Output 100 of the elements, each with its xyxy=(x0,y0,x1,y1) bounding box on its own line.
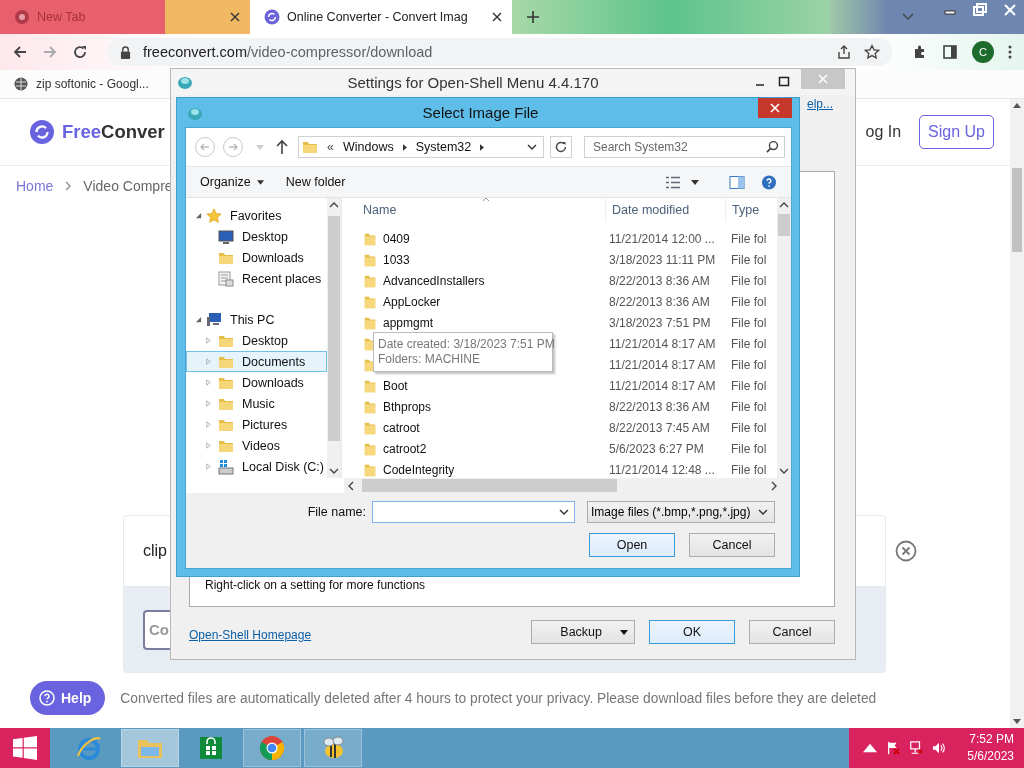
scroll-down-icon[interactable] xyxy=(779,468,789,474)
tree-item[interactable]: Favorites xyxy=(186,205,327,226)
file-name[interactable]: Bthprops xyxy=(383,399,432,414)
close-icon xyxy=(818,74,828,84)
path-segment[interactable]: Windows xyxy=(342,140,394,154)
scroll-down-icon[interactable] xyxy=(329,468,339,474)
open-button[interactable]: Open xyxy=(589,533,675,557)
path-bar[interactable]: « Windows System32 xyxy=(298,136,544,158)
file-name[interactable]: appmgmt xyxy=(383,315,434,330)
close-icon[interactable] xyxy=(492,12,502,22)
refresh-icon[interactable] xyxy=(550,136,572,158)
share-icon[interactable] xyxy=(836,44,852,60)
help-button[interactable]: Help xyxy=(30,681,106,715)
column-header[interactable]: Date modified xyxy=(605,198,725,222)
scroll-up-icon[interactable] xyxy=(779,202,789,208)
expand-arrow-icon[interactable] xyxy=(195,316,202,323)
backup-button[interactable]: Backup xyxy=(531,620,635,644)
reload-icon[interactable] xyxy=(72,44,88,60)
breadcrumb-link[interactable]: Home xyxy=(16,178,54,194)
preview-pane-icon[interactable] xyxy=(729,174,745,190)
file-name[interactable]: CodeIntegrity xyxy=(383,462,455,477)
tree-item[interactable]: Local Disk (C:) xyxy=(186,456,327,477)
star-icon[interactable] xyxy=(864,44,880,60)
tree-item[interactable]: Videos xyxy=(186,435,327,456)
tree-item[interactable]: Pictures xyxy=(186,414,327,435)
tree-item[interactable]: Music xyxy=(186,393,327,414)
window-title: Settings for Open-Shell Menu 4.4.170 xyxy=(346,73,600,91)
column-header[interactable]: Type xyxy=(725,198,760,222)
scroll-up-icon[interactable] xyxy=(329,202,339,208)
view-list-icon[interactable] xyxy=(665,174,681,190)
organize-menu[interactable]: Organize xyxy=(194,172,270,192)
overflow-chevron[interactable]: « xyxy=(327,140,334,154)
cancel-button[interactable]: Cancel xyxy=(749,620,835,644)
remove-icon[interactable] xyxy=(895,540,917,562)
scroll-down-icon[interactable] xyxy=(1013,719,1021,724)
cancel-button[interactable]: Cancel xyxy=(689,533,775,557)
file-name[interactable]: 0409 xyxy=(383,231,410,246)
path-segment[interactable]: System32 xyxy=(415,140,472,154)
tree-item[interactable]: This PC xyxy=(186,309,327,330)
date-modified: 3/18/2023 11:11 PM xyxy=(608,252,717,267)
new-tab-icon[interactable] xyxy=(526,10,540,24)
close-button[interactable] xyxy=(758,98,792,118)
column-header[interactable]: Name xyxy=(345,203,605,217)
drive-icon xyxy=(218,458,234,475)
search-field[interactable]: Search System32 xyxy=(584,136,785,158)
dropdown-icon[interactable] xyxy=(559,509,569,515)
search-icon[interactable] xyxy=(766,140,779,153)
new-folder-button[interactable]: New folder xyxy=(279,172,352,192)
dropdown-icon[interactable] xyxy=(691,179,699,185)
login-link[interactable]: og In xyxy=(865,123,902,141)
bee-icon[interactable] xyxy=(304,729,362,767)
tree-item[interactable]: Desktop xyxy=(186,330,327,351)
up-arrow-icon[interactable] xyxy=(276,139,288,155)
file-name[interactable]: AppLocker xyxy=(383,294,441,309)
file-name[interactable]: 1033 xyxy=(383,252,410,267)
file-name-field[interactable] xyxy=(372,501,575,523)
ok-button[interactable]: OK xyxy=(649,620,735,644)
volume-icon[interactable] xyxy=(932,741,947,755)
start-button[interactable] xyxy=(0,728,50,768)
menu-icon[interactable] xyxy=(1008,44,1012,60)
profile-avatar[interactable]: C xyxy=(972,41,994,63)
file-name[interactable]: AdvancedInstallers xyxy=(383,273,485,288)
date-modified: 8/22/2013 8:36 AM xyxy=(608,399,711,414)
homepage-link[interactable]: Open-Shell Homepage xyxy=(189,628,312,642)
expand-arrow-icon[interactable] xyxy=(195,212,202,219)
tree-item[interactable]: Downloads xyxy=(186,247,327,268)
tree-item[interactable]: Documents xyxy=(186,351,327,372)
chevron-right-icon[interactable] xyxy=(480,143,485,151)
date-modified: 11/21/2014 8:17 AM xyxy=(608,378,717,393)
file-name[interactable]: catroot xyxy=(383,420,420,435)
tree-item[interactable]: Recent places xyxy=(186,268,327,289)
chevron-down-icon[interactable] xyxy=(902,13,914,21)
maximize-icon[interactable] xyxy=(777,75,791,89)
help-link[interactable]: elp... xyxy=(807,97,833,111)
scroll-right-icon[interactable] xyxy=(771,480,777,491)
tree-item[interactable]: Desktop xyxy=(186,226,327,247)
tree-item[interactable]: Downloads xyxy=(186,372,327,393)
window-title: Select Image File xyxy=(421,104,540,121)
close-icon[interactable] xyxy=(230,12,240,22)
dropdown-icon[interactable] xyxy=(527,144,537,150)
sign-up-button[interactable]: Sign Up xyxy=(919,115,994,149)
file-name[interactable]: catroot2 xyxy=(383,441,427,456)
file-name[interactable]: Boot xyxy=(383,378,408,393)
file-type-dropdown[interactable]: Image files (*.bmp,*.png,*.jpg) xyxy=(587,501,775,523)
chevron-right-icon[interactable] xyxy=(402,143,407,151)
back-icon[interactable] xyxy=(12,44,28,60)
file-type: File fol xyxy=(730,378,767,393)
scroll-left-icon[interactable] xyxy=(348,480,354,491)
scrollbar-thumb[interactable] xyxy=(778,214,790,236)
address-bar[interactable]: freeconvert.com/video-compressor/download xyxy=(108,38,892,66)
show-hidden-icon[interactable] xyxy=(863,741,878,755)
scrollbar-thumb[interactable] xyxy=(362,479,617,492)
network-icon[interactable] xyxy=(909,741,924,755)
help-icon[interactable] xyxy=(761,174,777,190)
scrollbar-thumb[interactable] xyxy=(1012,168,1022,252)
flag-icon[interactable] xyxy=(886,741,901,755)
scroll-up-icon[interactable] xyxy=(1013,103,1021,108)
scrollbar-thumb[interactable] xyxy=(328,216,340,441)
side-panel-icon[interactable] xyxy=(942,44,958,60)
bookmark-link[interactable]: zip softonic - Googl... xyxy=(14,77,149,91)
